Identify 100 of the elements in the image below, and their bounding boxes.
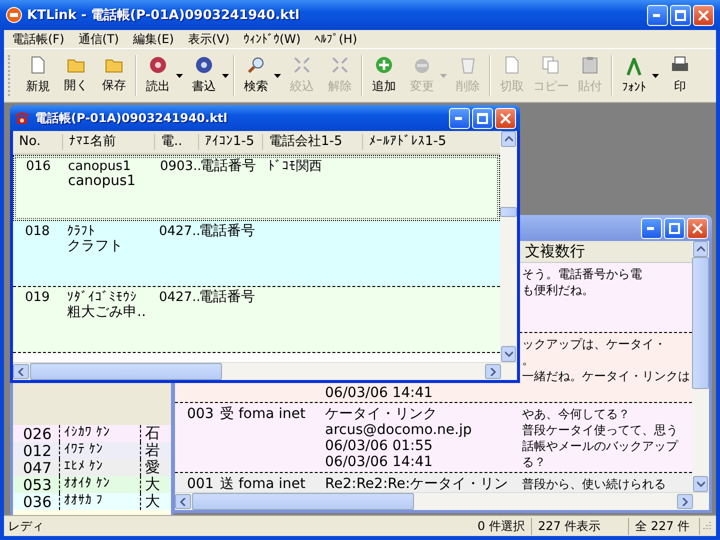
maximize-icon	[477, 112, 488, 124]
column-header[interactable]: ﾒｰﾙｱﾄﾞﾚｽ1-5	[363, 134, 473, 150]
body-line: 話帳やメールのバックアップ	[522, 438, 680, 454]
toolbar-button[interactable]: ﾌｫﾝﾄ	[615, 51, 661, 100]
number-cell-text: 012	[22, 442, 53, 460]
name-cell-text: クラフト	[67, 239, 124, 254]
total-count: 全 227 件	[629, 518, 700, 534]
icon-cell-text: 電話番号	[200, 159, 257, 176]
body-line: 一緒だね。ケータイ・リンクは	[522, 368, 691, 384]
menu-item[interactable]: ｳｨﾝﾄﾞｳ(W)	[238, 32, 307, 46]
column-header[interactable]: No.	[13, 134, 63, 150]
number-cell: 003	[187, 406, 214, 422]
maximize-icon	[675, 10, 686, 20]
plus-circle-icon	[375, 56, 393, 74]
minimize-icon	[647, 226, 656, 230]
minimize-icon	[455, 116, 464, 120]
folder-icon	[67, 57, 85, 73]
toolbar-button[interactable]: 追加	[365, 51, 403, 100]
copy-icon	[542, 56, 560, 74]
menu-item[interactable]: 電話帳(F)	[6, 30, 70, 48]
caret-icon	[274, 74, 281, 78]
toolbar-button[interactable]: 印	[661, 51, 699, 100]
body-line: やあ、今何してる？	[522, 406, 631, 422]
menu-item[interactable]: 表示(V)	[182, 30, 236, 48]
menu-item[interactable]: ﾍﾙﾌﾟ(H)	[308, 32, 364, 46]
toolbar-button[interactable]: 読出	[139, 51, 185, 100]
shown-count: 227 件表示	[532, 518, 629, 534]
toolbar-button[interactable]: 検索	[237, 51, 283, 100]
table-cell-text: 大	[144, 492, 160, 511]
vertical-scrollbar[interactable]	[500, 131, 517, 362]
toolbar-button[interactable]: 保存	[95, 51, 133, 100]
number-cell: 001	[187, 476, 214, 492]
contact-row[interactable]: 016 canopus1 canopus1 0903..電話番号 ﾄﾞｺﾓ関西	[13, 155, 500, 221]
subject-line: ケータイ・リンク	[325, 406, 438, 422]
number-cell-text: 036	[22, 492, 53, 510]
contact-row[interactable]: 019 ｿﾀﾞｲｺﾞﾐﾓｳｼ 粗大ごみ申.. 0427..電話番号	[13, 287, 500, 353]
minimize-button[interactable]	[449, 108, 470, 128]
close-icon	[692, 222, 703, 234]
name-cell-text: canopus1	[68, 174, 137, 189]
arrows-icon	[293, 56, 311, 74]
window-title: 電話帳(P-01A)0903241940.ktl	[35, 110, 228, 126]
close-button[interactable]	[495, 108, 516, 128]
column-header[interactable]: 文複数行	[525, 242, 585, 261]
caret-icon	[652, 74, 659, 78]
status-text: レディ	[7, 518, 45, 534]
horizontal-scrollbar[interactable]	[13, 362, 517, 380]
selected-count: 0 件選択	[421, 518, 532, 534]
arrows-icon	[331, 56, 349, 74]
number-cell-text: 047	[22, 458, 53, 476]
name-cell-text: 粗大ごみ申..	[67, 305, 147, 320]
phone-cell-text: 0427..	[158, 224, 199, 241]
maximize-button[interactable]	[472, 108, 493, 128]
type-cell: 送 foma inet	[220, 476, 306, 492]
menu-item[interactable]: 通信(T)	[72, 30, 125, 48]
close-button[interactable]	[693, 4, 714, 26]
subject-line: Re2:Re2:Re:ケータイ・リン	[325, 476, 510, 492]
table-cell-text: 岩	[144, 441, 160, 460]
window-title: KTLink - 電話帳(P-01A)0903241940.ktl	[27, 7, 300, 24]
body-line: 。	[522, 352, 535, 368]
body-line: そう。電話番号から電	[522, 266, 643, 282]
icon-cell-text: 電話番号	[199, 224, 256, 241]
column-header[interactable]: 電話会社1-5	[263, 134, 363, 150]
contact-row[interactable]: 018 ｸﾗﾌﾄ クラフト 0427..電話番号	[13, 221, 500, 287]
number-cell-text: 018	[24, 224, 51, 241]
scroll-thumb[interactable]	[500, 207, 517, 217]
name-cell-text: ｿﾀﾞｲｺﾞﾐﾓｳｼ	[67, 290, 138, 305]
number-cell-text: 026	[22, 424, 53, 442]
menu-item[interactable]: 編集(E)	[126, 30, 180, 48]
close-icon	[698, 10, 709, 20]
clipboard-icon	[582, 56, 598, 74]
toolbar-button[interactable]: 新規	[19, 51, 57, 100]
font-icon	[625, 58, 643, 76]
subject-line: 06/03/06 14:41	[325, 454, 434, 470]
column-header[interactable]: ﾅﾏｴ名前	[63, 134, 155, 150]
type-cell: 受 foma inet	[220, 406, 306, 422]
document-icon	[30, 56, 46, 74]
phone-cell-text: 0903..	[159, 159, 200, 176]
toolbar-button[interactable]: 開く	[57, 51, 95, 100]
minimize-button[interactable]	[647, 4, 668, 26]
subject-line: 06/03/06 01:55	[325, 438, 434, 454]
phone-cell-text: 0427..	[158, 290, 199, 307]
subject-line: arcus@docomo.ne.jp	[325, 422, 473, 438]
carrier-cell-text: ﾄﾞｺﾓ関西	[267, 159, 322, 176]
toolbar-button[interactable]: 書込	[185, 51, 231, 100]
close-icon	[500, 112, 511, 124]
name-cell-text: canopus1	[68, 159, 132, 174]
body-line: 普段から、使い続けられる	[522, 476, 667, 492]
disc-icon	[195, 56, 213, 74]
column-header[interactable]: 電..	[155, 134, 199, 150]
maximize-button[interactable]	[670, 4, 691, 26]
table-cell-text: 愛	[144, 458, 160, 476]
column-header[interactable]: ｱｲｺﾝ1-5	[199, 134, 263, 150]
name-cell: ｵｵｻｶ ﾌ	[59, 493, 141, 510]
maximize-icon	[669, 222, 680, 234]
circle-icon	[413, 56, 431, 74]
document-icon	[504, 56, 520, 74]
app-logo-icon	[6, 7, 22, 23]
body-line: ックアップは、ケータイ・	[522, 336, 667, 352]
printer-icon	[671, 56, 689, 74]
caret-icon	[222, 74, 229, 78]
